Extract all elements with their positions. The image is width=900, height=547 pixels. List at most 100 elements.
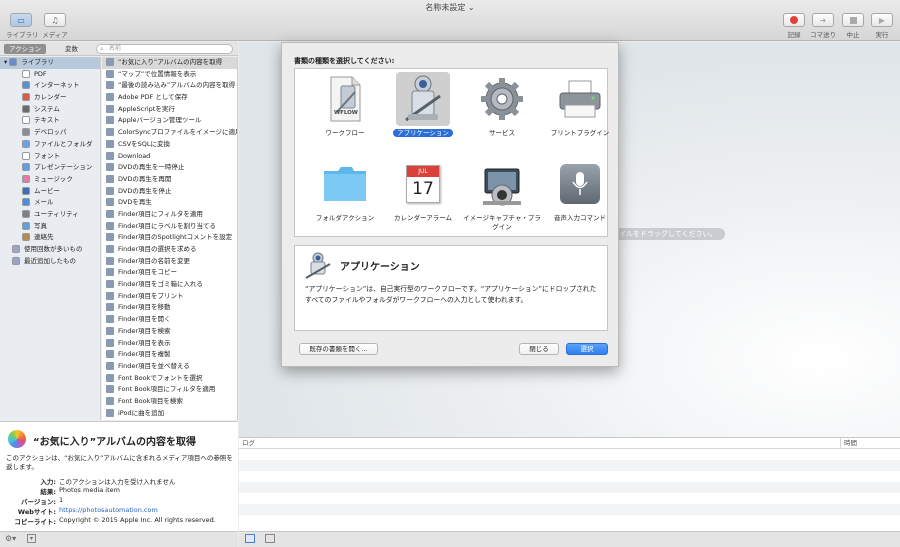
type-print-plugin[interactable]: プリントプラグイン <box>541 72 619 138</box>
action-item[interactable]: Finder項目のSpotlightコメントを設定 <box>102 232 237 244</box>
action-item[interactable]: Font Book項目にフィルタを適用 <box>102 384 237 396</box>
tab-actions[interactable]: アクション <box>4 44 47 54</box>
gear-icon[interactable]: ⚙▾ <box>5 534 16 543</box>
category-item[interactable]: ミュージック <box>0 174 100 186</box>
close-button[interactable]: 閉じる <box>519 343 559 355</box>
description-key: 結果: <box>40 488 56 496</box>
category-label: ミュージック <box>34 174 73 183</box>
action-item[interactable]: Font Book項目を検索 <box>102 396 237 408</box>
window-toolbar: 名称未設定 ⌄ ▭ ライブラリ ♫ メディア 記録 ➜ コマ送り 中止 ▶ 実行 <box>0 0 900 41</box>
action-icon <box>106 81 114 90</box>
stop-button[interactable]: 中止 <box>838 13 868 39</box>
action-item[interactable]: “お気に入り”アルバムの内容を取得 <box>102 57 237 69</box>
split-view-icon[interactable] <box>265 534 275 543</box>
action-item[interactable]: Finder項目を並べ替える <box>102 361 237 373</box>
library-toggle-button[interactable]: ▭ ライブラリ <box>6 13 39 39</box>
action-item[interactable]: Finder項目の選択を求める <box>102 244 237 256</box>
category-item[interactable]: テキスト <box>0 115 100 127</box>
action-item[interactable]: AppleScriptを実行 <box>102 104 237 116</box>
category-item[interactable]: デベロッパ <box>0 127 100 139</box>
action-item[interactable]: Appleバージョン管理ツール <box>102 115 237 127</box>
log-row <box>239 493 900 504</box>
action-item[interactable]: Finder項目にラベルを割り当てる <box>102 221 237 233</box>
dialog-prompt: 書類の種類を選択してください: <box>294 57 395 65</box>
tab-variables[interactable]: 変数 <box>60 44 83 54</box>
search-input[interactable]: ⌕ 名前 <box>96 44 233 54</box>
category-item[interactable]: プレゼンテーション <box>0 162 100 174</box>
category-item[interactable]: PDF <box>0 69 100 81</box>
category-item[interactable]: ムービー <box>0 186 100 198</box>
description-text: このアクションは、“お気に入り”アルバムに含まれるメディア項目への参照を返します… <box>6 454 233 471</box>
action-item[interactable]: CSVをSQLに変換 <box>102 139 237 151</box>
type-workflow[interactable]: WFLOW ワークフロー <box>306 72 384 138</box>
category-icon <box>22 174 30 183</box>
run-button[interactable]: ▶ 実行 <box>867 13 897 39</box>
action-item[interactable]: Font Bookでフォントを選択 <box>102 373 237 385</box>
log-column-header[interactable]: ログ <box>242 438 255 449</box>
category-item[interactable]: ユーティリティ <box>0 209 100 221</box>
record-button[interactable]: 記録 <box>779 13 809 39</box>
category-item[interactable]: フォント <box>0 151 100 163</box>
media-button[interactable]: ♫ メディア <box>40 13 70 39</box>
category-item[interactable]: システム <box>0 104 100 116</box>
search-icon: ⌕ <box>100 45 104 53</box>
category-item[interactable]: ▾ ライブラリ <box>0 57 100 69</box>
action-item[interactable]: iPodに曲を追加 <box>102 408 237 420</box>
category-item[interactable]: 使用回数が多いもの <box>0 244 100 256</box>
time-column-header[interactable]: 時間 <box>840 438 900 449</box>
action-item[interactable]: DVDを再生 <box>102 197 237 209</box>
category-label: フォント <box>34 151 60 160</box>
action-icon <box>106 361 114 370</box>
type-calendar-alarm[interactable]: JUL 17 カレンダーアラーム <box>384 157 462 223</box>
action-item[interactable]: Finder項目の名前を変更 <box>102 256 237 268</box>
category-icon <box>22 81 30 90</box>
action-icon <box>106 139 114 148</box>
category-label: 写真 <box>34 221 47 230</box>
action-item[interactable]: Finder項目を検索 <box>102 326 237 338</box>
description-key: 入力: <box>40 478 56 486</box>
open-existing-button[interactable]: 既存の書類を開く... <box>299 343 378 355</box>
action-item[interactable]: Finder項目を開く <box>102 314 237 326</box>
selected-type-description: アプリケーション “アプリケーション”は、自己実行型のワークフローです。“アプリ… <box>294 245 608 331</box>
category-item[interactable]: 連絡先 <box>0 232 100 244</box>
action-item[interactable]: ColorSyncプロファイルをイメージに適用 <box>102 127 237 139</box>
action-icon <box>106 315 114 324</box>
action-item[interactable]: Finder項目を移動 <box>102 302 237 314</box>
action-item[interactable]: DVDの再生を再開 <box>102 174 237 186</box>
category-item[interactable]: 最近追加したもの <box>0 256 100 268</box>
action-item[interactable]: Finder項目をプリント <box>102 291 237 303</box>
type-folder-action[interactable]: フォルダアクション <box>306 157 384 223</box>
category-item[interactable]: 写真 <box>0 221 100 233</box>
type-service[interactable]: サービス <box>463 72 541 138</box>
action-item[interactable]: Finder項目をコピー <box>102 267 237 279</box>
category-item[interactable]: メール <box>0 197 100 209</box>
list-view-icon[interactable] <box>245 534 255 543</box>
category-item[interactable]: カレンダー <box>0 92 100 104</box>
type-dictation-command[interactable]: 音声入力コマンド <box>541 157 619 223</box>
action-item[interactable]: Adobe PDF として保存 <box>102 92 237 104</box>
category-item[interactable]: インターネット <box>0 80 100 92</box>
description-row: 入力: このアクションは入力を受け入れません <box>0 476 238 486</box>
type-image-capture-plugin[interactable]: イメージキャプチャ・プラグイン <box>463 157 541 232</box>
website-link[interactable]: https://photosautomation.com <box>59 506 158 514</box>
action-item[interactable]: “マップ”で位置情報を表示 <box>102 69 237 81</box>
step-button[interactable]: ➜ コマ送り <box>808 13 838 39</box>
action-item[interactable]: Download <box>102 151 237 163</box>
action-icon <box>106 291 114 300</box>
selected-type-text: “アプリケーション”は、自己実行型のワークフローです。“アプリケーション”にドロ… <box>305 285 597 304</box>
action-item[interactable]: Finder項目を複製 <box>102 349 237 361</box>
action-item[interactable]: DVDの再生を一時停止 <box>102 162 237 174</box>
type-application[interactable]: アプリケーション <box>384 72 462 138</box>
action-item[interactable]: DVDの再生を停止 <box>102 186 237 198</box>
choose-button[interactable]: 選択 <box>566 343 608 355</box>
action-label: DVDの再生を再開 <box>118 174 172 183</box>
category-item[interactable]: ファイルとフォルダ <box>0 139 100 151</box>
action-item[interactable]: “最後の読み込み”アルバムの内容を取得 <box>102 80 237 92</box>
action-item[interactable]: Finder項目にフィルタを適用 <box>102 209 237 221</box>
action-icon <box>106 233 114 242</box>
action-item[interactable]: Finder項目をゴミ箱に入れる <box>102 279 237 291</box>
description-toggle-icon[interactable]: ▾ <box>27 534 36 543</box>
action-item[interactable]: Finder項目を表示 <box>102 338 237 350</box>
category-icon <box>22 139 30 148</box>
action-label: DVDの再生を停止 <box>118 186 172 195</box>
